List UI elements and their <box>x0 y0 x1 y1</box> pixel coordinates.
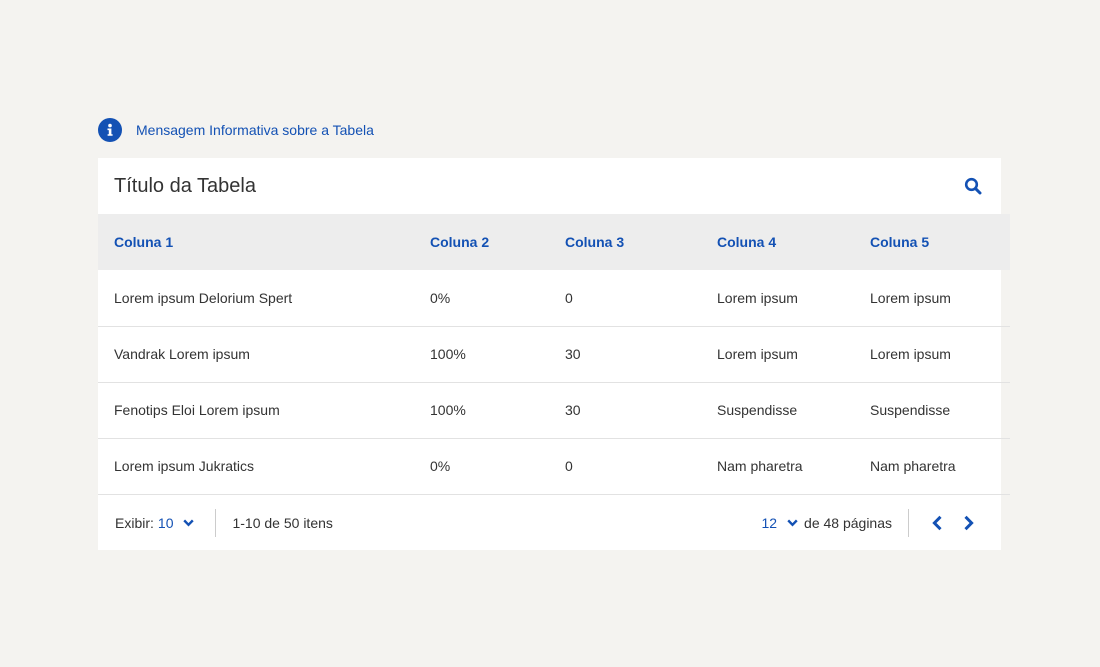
column-header-1[interactable]: Coluna 1 <box>98 214 429 270</box>
divider <box>215 508 217 537</box>
table-row[interactable]: Vandrak Lorem ipsum 100% 30 Lorem ipsum … <box>98 326 1010 382</box>
table-row[interactable]: Lorem ipsum Jukratics 0% 0 Nam pharetra … <box>98 438 1010 494</box>
table-cell: Lorem ipsum <box>717 346 798 362</box>
page-navigation: 12 de 48 páginas <box>757 495 985 551</box>
info-message-text: Mensagem Informativa sobre a Tabela <box>136 122 374 138</box>
table-cell: 100% <box>430 402 466 418</box>
table-cell: Nam pharetra <box>717 458 803 474</box>
table-cell: Vandrak Lorem ipsum <box>114 346 250 362</box>
table-cell: Lorem ipsum <box>870 289 951 306</box>
chevron-left-icon <box>932 515 942 530</box>
table-header: Título da Tabela <box>98 158 1001 214</box>
table-cell: Lorem ipsum Jukratics <box>114 458 255 474</box>
table-cell: Lorem ipsum <box>870 346 951 362</box>
page-size-select[interactable]: 10 <box>158 515 195 531</box>
table-cell: 30 <box>565 402 581 418</box>
table-pagination: Exibir: 10 1-10 de 50 itens 12 de 48 pág… <box>98 495 1001 551</box>
table-grid: Coluna 1 Coluna 2 Coluna 3 Coluna 4 Colu… <box>98 214 1010 495</box>
table-header-row: Coluna 1 Coluna 2 Coluna 3 Coluna 4 Colu… <box>98 214 1010 270</box>
page-size-label: Exibir: <box>115 514 154 531</box>
column-header-2[interactable]: Coluna 2 <box>429 214 564 270</box>
current-page-value: 12 <box>761 514 778 531</box>
info-message: Mensagem Informativa sobre a Tabela <box>98 118 374 142</box>
table-cell: 0% <box>430 458 451 474</box>
table-cell: Suspendisse <box>717 402 798 418</box>
search-icon <box>964 177 982 195</box>
current-page-select[interactable]: 12 <box>761 515 798 531</box>
page: Mensagem Informativa sobre a Tabela Títu… <box>0 0 1100 667</box>
column-header-4[interactable]: Coluna 4 <box>716 214 869 270</box>
table-row[interactable]: Lorem ipsum Delorium Spert 0% 0 Lorem ip… <box>98 270 1010 326</box>
table-cell: Nam pharetra <box>870 458 956 474</box>
chevron-down-icon <box>787 519 798 527</box>
previous-page-button[interactable] <box>921 507 953 539</box>
divider <box>908 508 909 537</box>
table-cell: Lorem ipsum <box>717 289 798 306</box>
page-size-value: 10 <box>157 514 174 531</box>
search-button[interactable] <box>953 166 993 206</box>
total-pages: de 48 páginas <box>804 514 892 531</box>
column-header-3[interactable]: Coluna 3 <box>564 214 716 270</box>
table-cell: Suspendisse <box>870 402 951 418</box>
data-table: Título da Tabela Coluna 1 Coluna 2 Colun… <box>98 158 1010 551</box>
items-range: 1-10 de 50 itens <box>232 514 333 531</box>
table-cell: 30 <box>565 346 581 362</box>
column-header-5[interactable]: Coluna 5 <box>869 214 1010 270</box>
table-row[interactable]: Fenotips Eloi Lorem ipsum 100% 30 Suspen… <box>98 382 1010 438</box>
chevron-down-icon <box>183 519 195 527</box>
info-circle-icon <box>98 118 122 142</box>
table-cell: 100% <box>430 346 466 362</box>
table-title: Título da Tabela <box>114 174 256 197</box>
chevron-right-icon <box>964 515 974 530</box>
table-cell: 0 <box>565 289 573 306</box>
next-page-button[interactable] <box>953 507 985 539</box>
table-cell: Lorem ipsum Delorium Spert <box>114 289 293 306</box>
table-cell: 0% <box>430 289 451 306</box>
table-cell: Fenotips Eloi Lorem ipsum <box>114 402 280 418</box>
table-cell: 0 <box>565 458 573 474</box>
